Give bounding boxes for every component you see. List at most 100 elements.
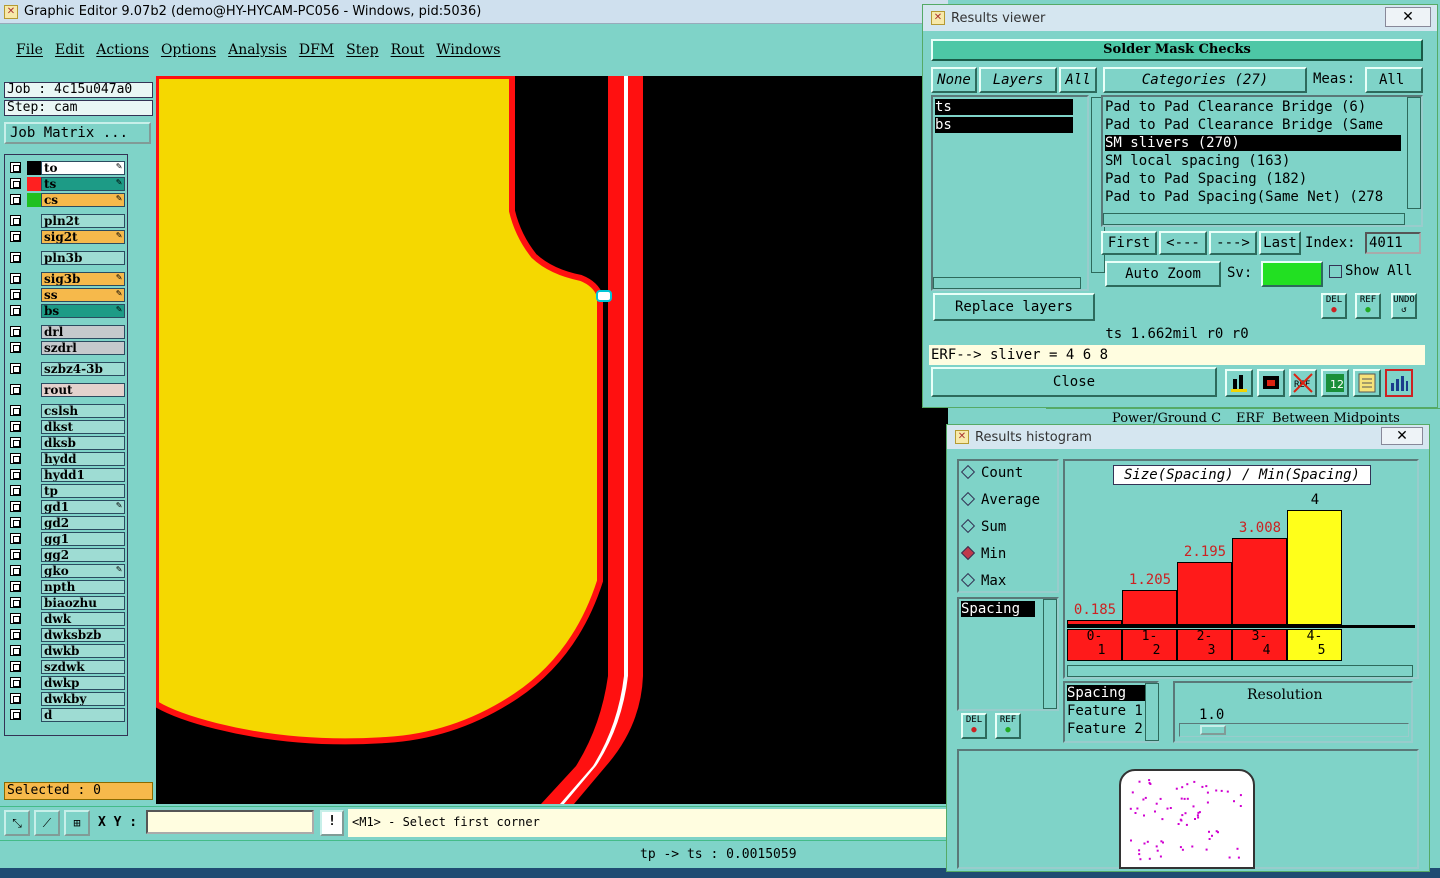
layer-row-gd1[interactable]: gd1 ✎ [7, 500, 125, 514]
layer-name[interactable]: gko [41, 564, 125, 578]
reference-result-icon[interactable]: REF ● [1355, 293, 1381, 319]
layer-checkbox[interactable] [10, 485, 21, 496]
zoom-in-tool-icon[interactable]: ⤡ [4, 810, 30, 836]
layer-row-tp[interactable]: tp [7, 484, 125, 498]
mode-average-radio[interactable]: Average [960, 491, 1040, 508]
layer-row-d[interactable]: d [7, 708, 125, 722]
layer-result-list[interactable]: ts bs [931, 95, 1105, 291]
layer-checkbox[interactable] [10, 709, 21, 720]
layer-checkbox[interactable] [10, 533, 21, 544]
mode-min-radio[interactable]: Min [960, 545, 1006, 562]
layer-checkbox[interactable] [10, 437, 21, 448]
mode-count-radio[interactable]: Count [960, 464, 1023, 481]
undo-icon[interactable]: UNDO ↺ [1391, 293, 1417, 319]
layer-row-dwkp[interactable]: dwkp [7, 676, 125, 690]
layer-checkbox[interactable] [10, 501, 21, 512]
layer-row-dwk[interactable]: dwk [7, 612, 125, 626]
layer-name[interactable]: gg2 [41, 548, 125, 562]
layer-checkbox[interactable] [10, 661, 21, 672]
layer-checkbox[interactable] [10, 289, 21, 300]
none-button[interactable]: None [931, 67, 977, 93]
menu-options[interactable]: Options [161, 40, 216, 60]
measure-tool-icon[interactable]: ⟋ [34, 810, 60, 836]
resolution-slider-thumb[interactable] [1200, 725, 1226, 735]
attribute-list[interactable]: Spacing Feature 1 Feature 2 [1063, 681, 1159, 743]
field-list[interactable]: Spacing [957, 597, 1059, 711]
attribute-item[interactable]: Feature 1 [1067, 703, 1147, 719]
layer-row-hydd1[interactable]: hydd1 [7, 468, 125, 482]
layer-row-dwksbzb[interactable]: dwksbzb [7, 628, 125, 642]
histogram-bar[interactable] [1177, 561, 1232, 625]
layer-checkbox[interactable] [10, 613, 21, 624]
layer-row-cs[interactable]: cs ✎ [7, 193, 125, 207]
histogram-bar[interactable] [1122, 590, 1177, 625]
meas-dropdown[interactable]: All [1365, 67, 1423, 93]
category-item[interactable]: Pad to Pad Clearance Bridge (Same [1105, 117, 1405, 133]
attribute-list-vscroll[interactable] [1145, 683, 1159, 741]
layer-name[interactable]: szbz4-3b [41, 362, 125, 376]
layer-row-szdwk[interactable]: szdwk [7, 660, 125, 674]
layer-list-scrollbar[interactable] [130, 154, 152, 736]
layer-name[interactable]: biaozhu [41, 596, 125, 610]
category-item[interactable]: Pad to Pad Clearance Bridge (6) [1105, 99, 1405, 115]
histogram-hscroll[interactable] [1067, 665, 1413, 677]
layer-name[interactable]: dwkp [41, 676, 125, 690]
alert-icon[interactable]: ! [320, 810, 344, 836]
layer-checkbox[interactable] [10, 342, 21, 353]
layer-name[interactable]: rout [41, 383, 125, 397]
layer-checkbox[interactable] [10, 693, 21, 704]
layer-row-bs[interactable]: bs ✎ [7, 304, 125, 318]
menu-windows[interactable]: Windows [436, 40, 500, 60]
category-item-selected[interactable]: SM slivers (270) [1105, 135, 1401, 151]
all-button[interactable]: All [1059, 67, 1097, 93]
layer-name[interactable]: dksb [41, 436, 125, 450]
layer-name[interactable]: pln3b [41, 251, 125, 265]
layer-row-npth[interactable]: npth [7, 580, 125, 594]
layer-list-hscroll[interactable] [933, 277, 1081, 289]
auto-zoom-dropdown[interactable]: Auto Zoom [1105, 261, 1221, 287]
category-list-hscroll[interactable] [1103, 213, 1405, 225]
layer-row-gko[interactable]: gko ✎ [7, 564, 125, 578]
layer-name[interactable]: to [41, 161, 125, 175]
replace-layers-dropdown[interactable]: Replace layers [933, 293, 1095, 321]
layer-row-gg2[interactable]: gg2 [7, 548, 125, 562]
layer-checkbox[interactable] [10, 194, 21, 205]
layer-row-dwkby[interactable]: dwkby [7, 692, 125, 706]
layer-checkbox[interactable] [10, 178, 21, 189]
menu-edit[interactable]: Edit [55, 40, 84, 60]
delete-icon[interactable]: DEL ● [961, 713, 987, 739]
layer-name[interactable]: gd1 [41, 500, 125, 514]
layer-row-ss[interactable]: ss ✎ [7, 288, 125, 302]
layer-row-pln3b[interactable]: pln3b [7, 251, 125, 265]
layer-name[interactable]: d [41, 708, 125, 722]
menu-file[interactable]: File [16, 40, 43, 60]
layer-name[interactable]: pln2t [41, 214, 125, 228]
sv-color-dropdown[interactable] [1261, 261, 1323, 287]
layer-row-sig2t[interactable]: sig2t ✎ [7, 230, 125, 244]
close-icon[interactable]: ✕ [1381, 427, 1423, 445]
layer-checkbox[interactable] [10, 517, 21, 528]
attribute-item[interactable]: Feature 2 [1067, 721, 1147, 737]
layers-button[interactable]: Layers [979, 67, 1057, 93]
layer-name[interactable]: cs [41, 193, 125, 207]
layer-name[interactable]: szdrl [41, 341, 125, 355]
layer-checkbox[interactable] [10, 162, 21, 173]
field-list-vscroll[interactable] [1043, 599, 1057, 709]
layer-name[interactable]: ts [41, 177, 125, 191]
layer-name[interactable]: drl [41, 325, 125, 339]
layer-name[interactable]: tp [41, 484, 125, 498]
layer-name[interactable]: szdwk [41, 660, 125, 674]
layer-name[interactable]: sig3b [41, 272, 125, 286]
first-button[interactable]: First [1101, 231, 1157, 255]
layer-name[interactable]: hydd [41, 452, 125, 466]
mode-max-radio[interactable]: Max [960, 572, 1006, 589]
layer-name[interactable]: gg1 [41, 532, 125, 546]
menu-dfm[interactable]: DFM [299, 40, 334, 60]
layer-name[interactable]: dwksbzb [41, 628, 125, 642]
category-list[interactable]: Pad to Pad Clearance Bridge (6) Pad to P… [1101, 95, 1423, 227]
layer-row-ts[interactable]: ts ✎ [7, 177, 125, 191]
graphic-canvas[interactable] [156, 76, 948, 804]
category-item[interactable]: SM local spacing (163) [1105, 153, 1405, 169]
layer-checkbox[interactable] [10, 231, 21, 242]
category-item[interactable]: Pad to Pad Spacing (182) [1105, 171, 1405, 187]
